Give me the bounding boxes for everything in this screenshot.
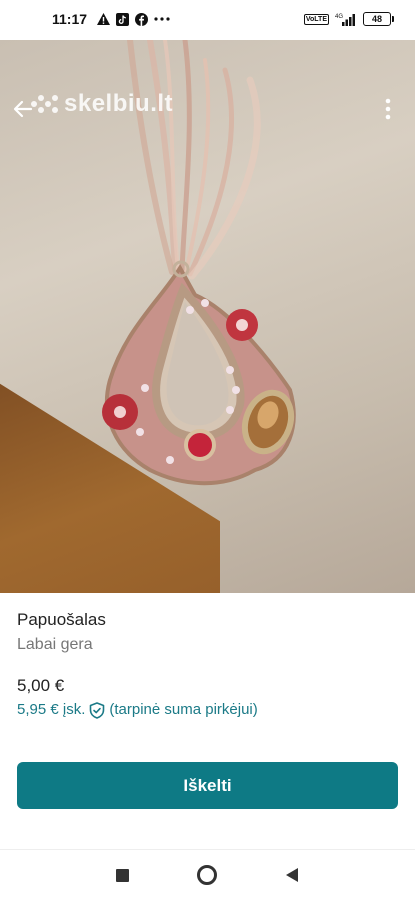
- status-time: 11:17: [52, 11, 88, 27]
- listing-price: 5,00 €: [17, 676, 65, 695]
- more-options-button[interactable]: [375, 96, 401, 122]
- more-vert-icon: [385, 98, 391, 120]
- home-button[interactable]: [197, 865, 217, 885]
- listing-title: Papuošalas: [17, 610, 106, 629]
- more-dots-icon: [154, 17, 170, 21]
- status-bar: 11:17 VoLTE 4G 48: [0, 0, 415, 40]
- signal-icon: 4G: [335, 12, 357, 26]
- watermark-text: skelbiu.lt: [64, 90, 174, 117]
- battery-indicator: 48: [363, 12, 394, 26]
- back-icon: [286, 868, 298, 882]
- back-button[interactable]: [10, 96, 36, 122]
- status-right: VoLTE 4G 48: [303, 12, 394, 26]
- recents-icon: [115, 868, 129, 882]
- watermark: skelbiu.lt: [30, 90, 173, 118]
- network-type: 4G: [335, 14, 343, 20]
- buyer-note: (tarpinė suma pirkėjui): [109, 701, 258, 718]
- shield-check-icon: [90, 701, 105, 719]
- status-left: 11:17: [52, 11, 170, 27]
- tiktok-icon: [116, 12, 130, 26]
- arrow-left-icon: [13, 100, 33, 118]
- buyer-price-row[interactable]: 5,95 € įsk. (tarpinė suma pirkėjui): [17, 701, 397, 719]
- listing-details: Papuošalas Labai gera 5,00 € 5,95 € įsk.…: [17, 610, 397, 719]
- listing-condition: Labai gera: [17, 636, 93, 653]
- listing-photo[interactable]: skelbiu.lt: [0, 40, 415, 593]
- necklace-image: [102, 40, 296, 486]
- warning-icon: [97, 13, 111, 25]
- volte-indicator: VoLTE: [303, 13, 329, 25]
- system-nav-bar: [0, 849, 415, 900]
- buyer-price: 5,95 € įsk.: [17, 701, 86, 718]
- facebook-icon: [135, 12, 149, 26]
- bump-button[interactable]: Iškelti: [17, 762, 398, 809]
- home-icon: [197, 865, 217, 885]
- recents-button[interactable]: [112, 865, 132, 885]
- system-back-button[interactable]: [282, 865, 302, 885]
